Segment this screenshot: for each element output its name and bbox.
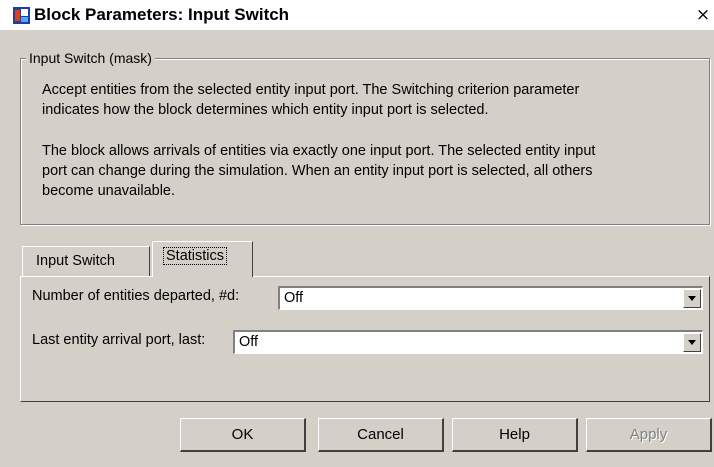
chevron-down-icon[interactable]: [683, 333, 701, 352]
tab-label: Statistics: [163, 247, 228, 265]
mask-description-line: become unavailable.: [42, 183, 176, 199]
mask-description-line: port can change during the simulation. W…: [42, 163, 593, 179]
simulink-block-icon: [13, 7, 30, 24]
departed-select[interactable]: Off: [278, 286, 703, 310]
departed-label: Number of entities departed, #d:: [32, 288, 240, 304]
last-port-value: Off: [239, 334, 259, 350]
tab-label: Input Switch: [36, 253, 115, 269]
chevron-down-icon[interactable]: [683, 289, 701, 308]
mask-description-line: Accept entities from the selected entity…: [42, 82, 580, 98]
help-button[interactable]: Help: [452, 418, 578, 452]
last-port-label: Last entity arrival port, last:: [32, 332, 206, 348]
departed-value: Off: [284, 290, 304, 306]
close-icon: ×: [695, 5, 711, 25]
close-button[interactable]: ×: [694, 5, 712, 25]
ok-button[interactable]: OK: [180, 418, 306, 452]
tab-input-switch[interactable]: Input Switch: [22, 246, 150, 276]
mask-description-line: indicates how the block determines which…: [42, 102, 489, 118]
tab-statistics[interactable]: Statistics: [152, 241, 253, 277]
title-bar: Block Parameters: Input Switch ×: [0, 0, 714, 30]
window-title: Block Parameters: Input Switch: [34, 5, 290, 24]
apply-button[interactable]: Apply: [586, 418, 712, 452]
cancel-button[interactable]: Cancel: [318, 418, 444, 452]
mask-group-label: Input Switch (mask): [26, 50, 155, 66]
last-port-select[interactable]: Off: [233, 330, 703, 354]
mask-description-line: The block allows arrivals of entities vi…: [42, 143, 596, 159]
